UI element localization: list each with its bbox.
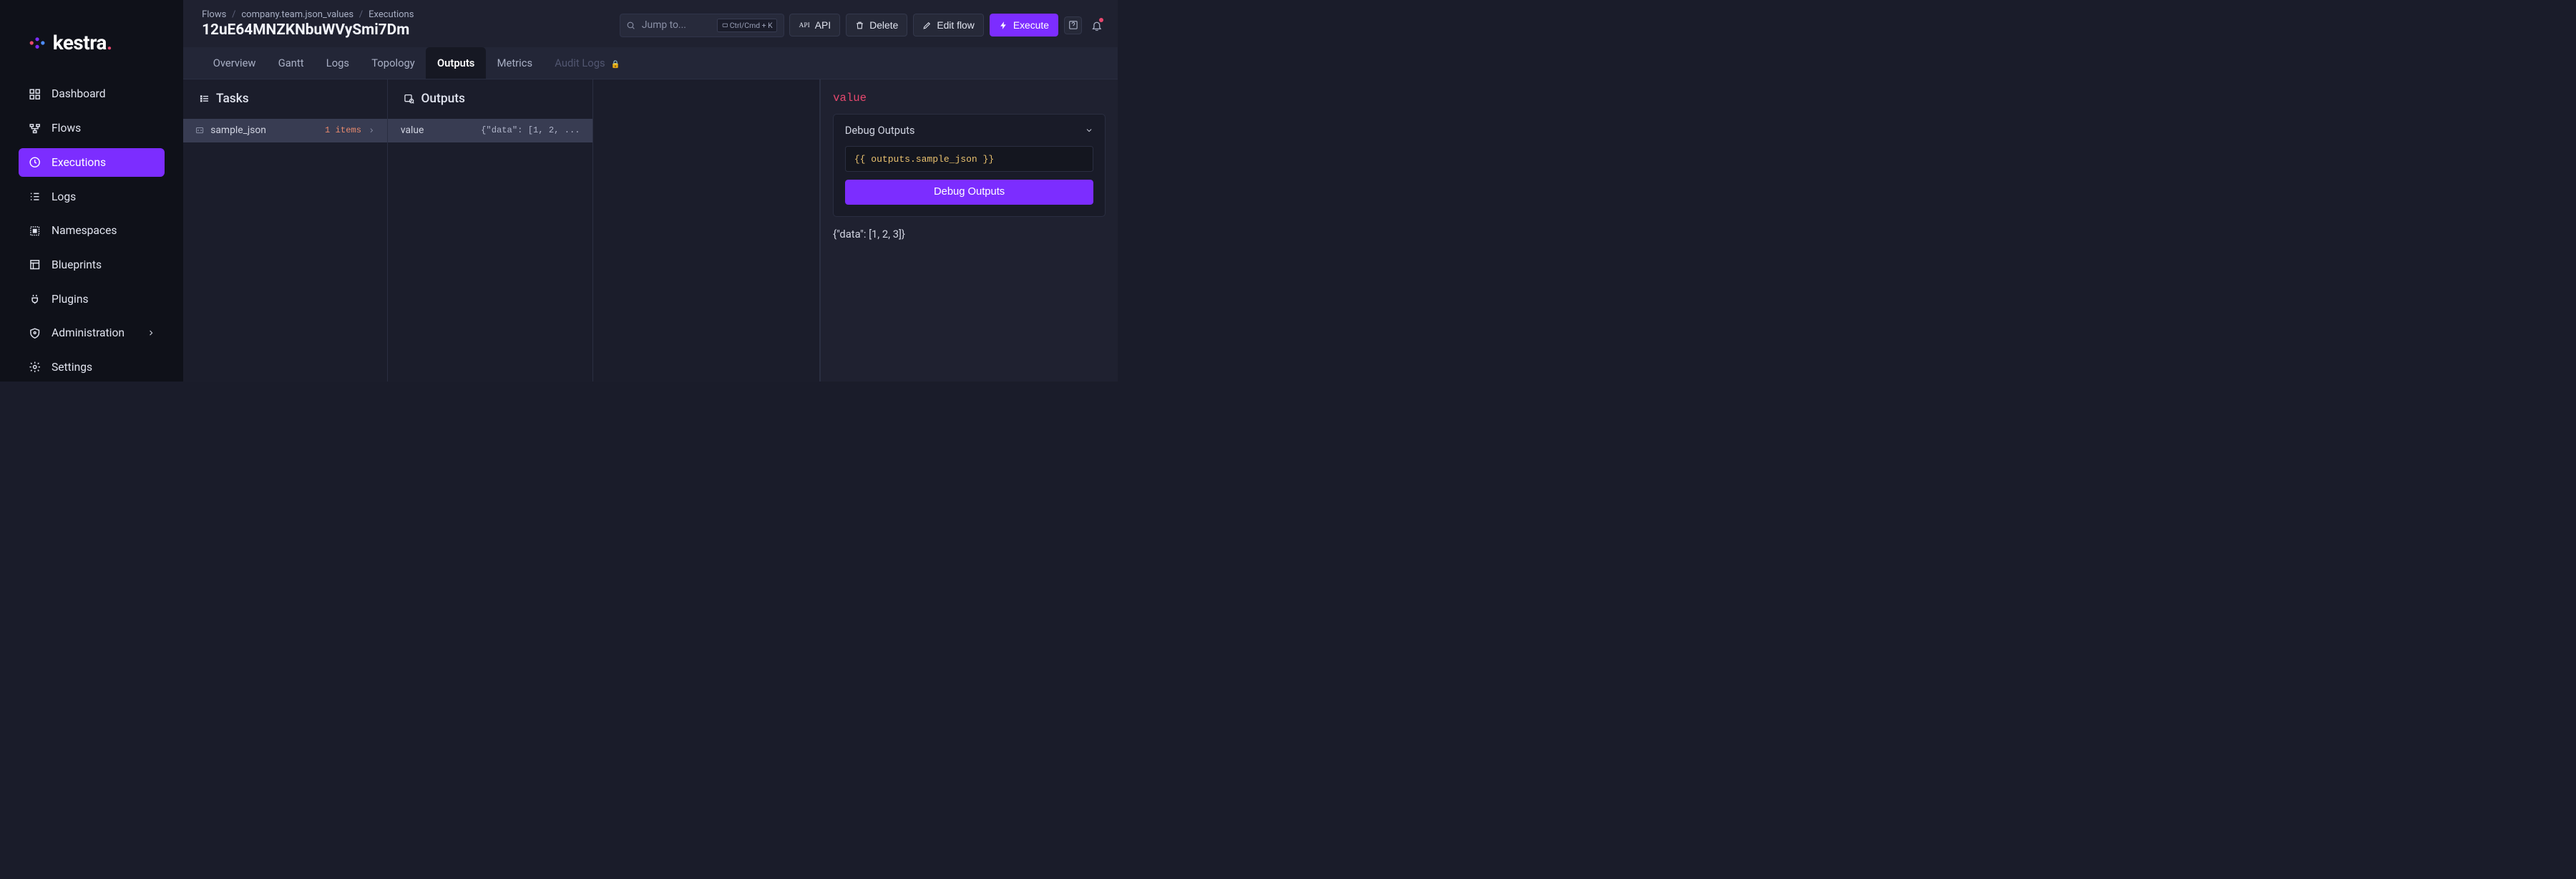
lock-icon: 🔒 — [611, 59, 620, 69]
sidebar-item-administration[interactable]: Administration — [19, 319, 165, 348]
content: Tasks sample_json 1 items Outputs value … — [183, 79, 1118, 382]
plugins-icon — [28, 292, 42, 306]
output-preview: {"data": [1, 2, ... — [430, 125, 580, 135]
page-title: 12uE64MNZKNbuWVySmi7Dm — [202, 21, 613, 39]
chevron-right-icon — [368, 127, 375, 134]
breadcrumb-separator: / — [232, 9, 235, 20]
help-button[interactable] — [1064, 16, 1082, 34]
chevron-down-icon — [1085, 126, 1093, 135]
detail-panel: value Debug Outputs Debug Outputs {"data… — [820, 79, 1118, 382]
sidebar-nav: Dashboard Flows Executions Logs Namespac… — [0, 79, 183, 387]
breadcrumb-item[interactable]: Executions — [369, 9, 414, 20]
spacer-column — [593, 79, 820, 382]
debug-outputs-card: Debug Outputs Debug Outputs — [833, 114, 1106, 216]
dashboard-icon — [28, 87, 42, 102]
task-item-count: 1 items — [325, 125, 361, 135]
api-icon: API — [799, 21, 809, 29]
sidebar-item-dashboard[interactable]: Dashboard — [19, 79, 165, 109]
sidebar: kestra. Dashboard Flows Executions Logs … — [0, 0, 183, 382]
sidebar-item-settings[interactable]: Settings — [19, 353, 165, 382]
header: Flows / company.team.json_values / Execu… — [183, 0, 1118, 47]
bolt-icon — [999, 21, 1008, 30]
outputs-column: Outputs value {"data": [1, 2, ... — [388, 79, 592, 382]
sidebar-item-blueprints[interactable]: Blueprints — [19, 251, 165, 280]
breadcrumb-separator: / — [359, 9, 363, 20]
api-button[interactable]: API API — [789, 14, 840, 37]
notification-badge — [1099, 18, 1103, 22]
sidebar-item-label: Plugins — [52, 293, 89, 306]
blueprints-icon — [28, 258, 42, 272]
tab-overview[interactable]: Overview — [202, 47, 267, 79]
tab-audit-logs: Audit Logs 🔒 — [544, 47, 632, 79]
breadcrumb-item[interactable]: company.team.json_values — [241, 9, 353, 20]
chevron-right-icon — [147, 329, 155, 337]
tasks-column-header: Tasks — [183, 79, 387, 119]
outputs-icon — [404, 93, 415, 105]
app-logo[interactable]: kestra. — [0, 19, 183, 79]
logs-icon — [28, 190, 42, 204]
sidebar-item-label: Executions — [52, 156, 106, 169]
sidebar-item-flows[interactable]: Flows — [19, 114, 165, 143]
sidebar-item-label: Namespaces — [52, 224, 117, 237]
delete-button[interactable]: Delete — [846, 14, 907, 37]
search-placeholder: Jump to... — [642, 19, 711, 31]
tasks-column: Tasks sample_json 1 items — [183, 79, 388, 382]
debug-card-header[interactable]: Debug Outputs — [845, 124, 1094, 137]
sidebar-item-label: Blueprints — [52, 258, 102, 271]
tab-outputs[interactable]: Outputs — [426, 47, 486, 79]
tabs: Overview Gantt Logs Topology Outputs Met… — [183, 47, 1118, 79]
task-name: sample_json — [210, 125, 318, 136]
sidebar-item-plugins[interactable]: Plugins — [19, 284, 165, 314]
task-row[interactable]: sample_json 1 items — [183, 119, 387, 142]
trash-icon — [855, 21, 864, 30]
tab-gantt[interactable]: Gantt — [267, 47, 315, 79]
breadcrumb: Flows / company.team.json_values / Execu… — [202, 9, 613, 20]
jump-to-search[interactable]: Jump to... Ctrl/Cmd + K — [620, 14, 784, 37]
logo-text: kestra. — [53, 31, 112, 54]
pencil-icon — [922, 21, 932, 30]
sidebar-item-label: Logs — [52, 190, 76, 203]
header-actions: Jump to... Ctrl/Cmd + K API API Delete — [620, 9, 1106, 37]
sidebar-item-label: Administration — [52, 326, 125, 339]
debug-result: {"data": [1, 2, 3]} — [833, 228, 1106, 241]
tab-metrics[interactable]: Metrics — [486, 47, 544, 79]
sidebar-item-executions[interactable]: Executions — [19, 148, 165, 178]
gear-icon — [28, 360, 42, 374]
output-name: value — [401, 125, 424, 136]
logo-mark-icon — [28, 34, 47, 52]
breadcrumb-item[interactable]: Flows — [202, 9, 226, 20]
debug-expression-input[interactable] — [845, 146, 1094, 172]
keyboard-shortcut-hint: Ctrl/Cmd + K — [717, 19, 777, 31]
namespaces-icon — [28, 223, 42, 238]
search-icon — [626, 21, 635, 30]
execute-button[interactable]: Execute — [990, 14, 1058, 37]
sidebar-item-label: Flows — [52, 122, 81, 135]
debug-outputs-button[interactable]: Debug Outputs — [845, 180, 1094, 205]
outputs-column-header: Outputs — [388, 79, 592, 119]
sidebar-item-logs[interactable]: Logs — [19, 182, 165, 211]
output-row[interactable]: value {"data": [1, 2, ... — [388, 119, 592, 142]
sidebar-item-label: Dashboard — [52, 87, 106, 100]
help-icon — [1068, 20, 1078, 30]
list-icon — [199, 93, 210, 105]
main: Flows / company.team.json_values / Execu… — [183, 0, 1118, 382]
code-icon — [195, 126, 204, 135]
shield-icon — [28, 326, 42, 340]
executions-icon — [28, 155, 42, 170]
tab-logs[interactable]: Logs — [315, 47, 360, 79]
edit-flow-button[interactable]: Edit flow — [913, 14, 984, 37]
detail-title: value — [833, 92, 1106, 105]
sidebar-item-label: Settings — [52, 361, 92, 374]
notifications-button[interactable] — [1088, 16, 1106, 34]
sidebar-item-namespaces[interactable]: Namespaces — [19, 216, 165, 246]
tab-topology[interactable]: Topology — [361, 47, 426, 79]
flows-icon — [28, 121, 42, 135]
